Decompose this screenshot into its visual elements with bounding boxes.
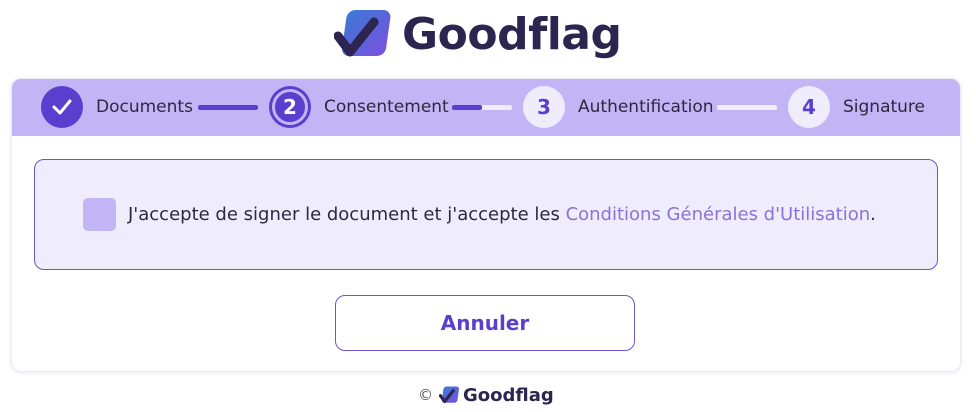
step-authentification: 3 Authentification: [523, 86, 714, 128]
step-consentement: 2 Consentement: [269, 87, 449, 127]
brand-name: Goodflag: [402, 8, 622, 60]
consent-suffix: .: [870, 204, 876, 225]
consent-panel: J'accepte de signer le document et j'acc…: [34, 159, 938, 270]
step-label: Documents: [96, 97, 193, 117]
consent-checkbox[interactable]: [83, 198, 116, 231]
terms-link[interactable]: Conditions Générales d'Utilisation: [566, 204, 871, 225]
step-number: 3: [523, 86, 565, 128]
consent-text: J'accepte de signer le document et j'acc…: [128, 204, 566, 225]
progress-stepper: Documents 2 Consentement 3 Authentificat…: [12, 79, 960, 136]
consent-statement: J'accepte de signer le document et j'acc…: [128, 204, 876, 225]
goodflag-logo: Goodflag: [334, 6, 622, 62]
footer: © Goodflag: [418, 382, 554, 408]
goodflag-checkmark-icon: [439, 386, 460, 403]
step-signature: 4 Signature: [788, 86, 926, 128]
goodflag-checkmark-icon: [334, 10, 391, 57]
cancel-button[interactable]: Annuler: [335, 295, 635, 351]
copyright-symbol: ©: [418, 386, 433, 404]
footer-brand: Goodflag: [463, 384, 554, 406]
step-label: Consentement: [324, 97, 449, 117]
step-connector-1: [198, 105, 258, 110]
connector-fill: [198, 105, 258, 110]
step-label: Authentification: [578, 97, 714, 117]
step-1-check-icon: [41, 86, 83, 128]
step-connector-2: [452, 105, 512, 110]
step-label: Signature: [843, 97, 926, 117]
step-number: 4: [788, 86, 830, 128]
step-connector-3: [717, 105, 777, 110]
step-documents: Documents: [41, 86, 193, 128]
signature-card: Documents 2 Consentement 3 Authentificat…: [11, 78, 961, 372]
step-number: 2: [272, 89, 308, 125]
connector-fill: [452, 105, 482, 110]
